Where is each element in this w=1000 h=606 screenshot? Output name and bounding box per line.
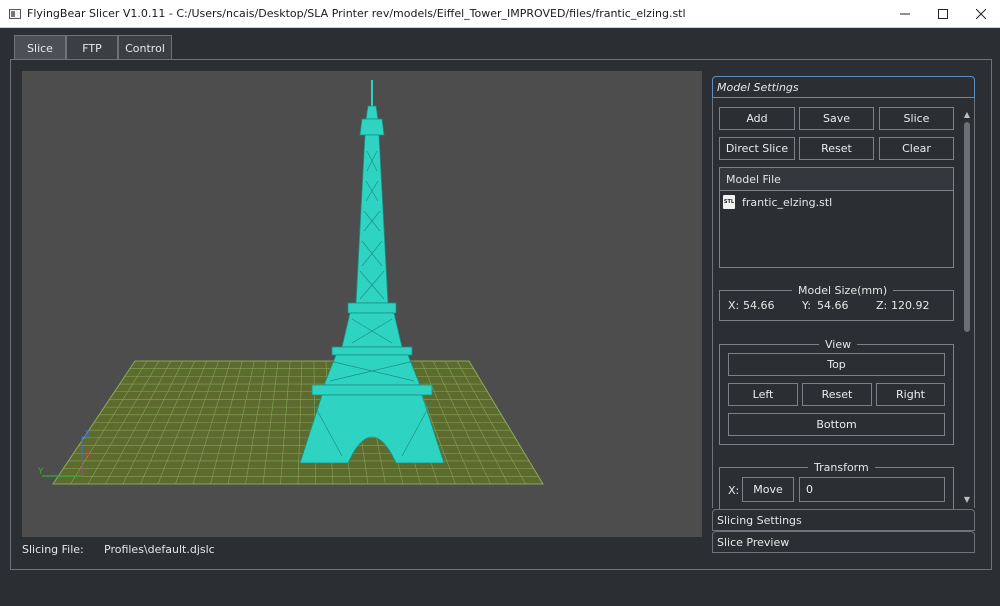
view-reset-button[interactable]: Reset xyxy=(802,383,872,406)
panel-scrollbar[interactable]: ▲ ▼ xyxy=(962,110,972,505)
view-top-button[interactable]: Top xyxy=(728,353,945,376)
title-bar: FlyingBear Slicer V1.0.11 - C:/Users/nca… xyxy=(0,0,1000,28)
minimize-icon xyxy=(900,13,910,15)
viewport-scene: Z X Y xyxy=(37,80,544,485)
scroll-thumb[interactable] xyxy=(964,122,970,332)
size-x-value: 54.66 xyxy=(743,299,775,312)
stl-file-icon: STL xyxy=(723,195,735,209)
size-z-label: Z: xyxy=(876,299,888,312)
add-button[interactable]: Add xyxy=(719,107,795,130)
model-file-header: Model File xyxy=(720,168,953,191)
size-z-value: 120.92 xyxy=(891,299,930,312)
minimize-button[interactable] xyxy=(886,0,924,28)
window-controls xyxy=(886,0,1000,28)
model-viewport[interactable]: Z X Y xyxy=(22,71,702,537)
slicing-file-label: Slicing File: xyxy=(22,543,84,556)
move-value-input[interactable]: 0 xyxy=(799,477,945,502)
clear-button[interactable]: Clear xyxy=(879,137,954,160)
direct-slice-button[interactable]: Direct Slice xyxy=(719,137,795,160)
save-button[interactable]: Save xyxy=(799,107,874,130)
app-icon xyxy=(9,8,21,19)
reset-button[interactable]: Reset xyxy=(799,137,874,160)
size-y-label: Y: xyxy=(802,299,811,312)
slicing-settings-header[interactable]: Slicing Settings xyxy=(712,509,975,531)
slice-button[interactable]: Slice xyxy=(879,107,954,130)
scroll-up-icon[interactable]: ▲ xyxy=(962,110,972,120)
tab-slice[interactable]: Slice xyxy=(14,35,66,61)
size-y-value: 54.66 xyxy=(817,299,849,312)
maximize-icon xyxy=(938,9,948,19)
tab-ftp[interactable]: FTP xyxy=(66,35,118,60)
view-bottom-button[interactable]: Bottom xyxy=(728,413,945,436)
size-x-label: X: xyxy=(728,299,740,312)
axis-z-label: Z xyxy=(84,430,90,440)
window-title: FlyingBear Slicer V1.0.11 - C:/Users/nca… xyxy=(27,7,686,20)
slicing-file-value: Profiles\default.djslc xyxy=(104,543,215,556)
close-icon xyxy=(976,9,986,19)
scroll-down-icon[interactable]: ▼ xyxy=(962,495,972,505)
move-button[interactable]: Move xyxy=(742,477,794,502)
axis-y-label: Y xyxy=(37,467,44,477)
close-button[interactable] xyxy=(962,0,1000,28)
eiffel-tower-model xyxy=(299,80,445,464)
maximize-button[interactable] xyxy=(924,0,962,28)
transform-x-label: X: xyxy=(728,484,740,497)
axis-x-label: X xyxy=(85,450,91,460)
model-file-list[interactable]: Model File STL frantic_elzing.stl xyxy=(719,167,954,268)
model-settings-header[interactable]: Model Settings xyxy=(712,76,975,98)
transform-title: Transform xyxy=(808,461,875,474)
view-left-button[interactable]: Left xyxy=(728,383,798,406)
model-file-name: frantic_elzing.stl xyxy=(742,195,833,209)
model-size-title: Model Size(mm) xyxy=(792,284,894,297)
slice-preview-header[interactable]: Slice Preview xyxy=(712,531,975,553)
tab-control[interactable]: Control xyxy=(118,35,172,60)
view-right-button[interactable]: Right xyxy=(876,383,945,406)
view-title: View xyxy=(819,338,858,351)
list-item[interactable]: STL frantic_elzing.stl xyxy=(720,193,953,211)
